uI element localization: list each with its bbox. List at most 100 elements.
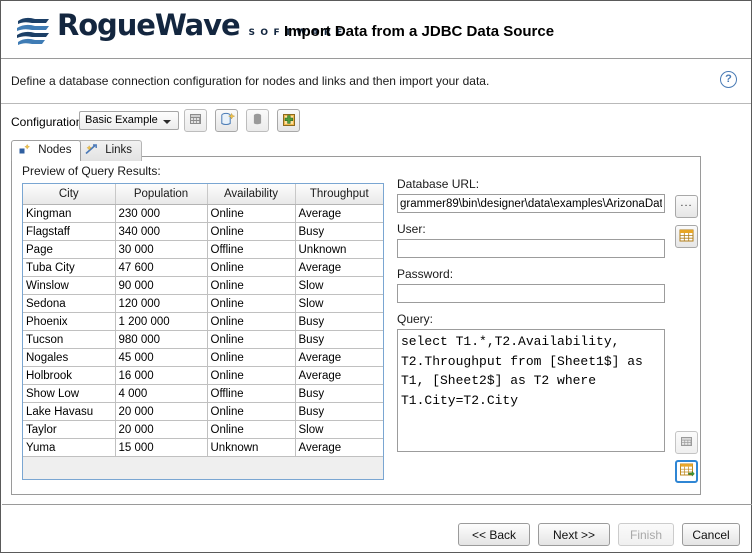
cell-availability: Online <box>207 330 296 349</box>
cell-throughput: Busy <box>295 402 383 421</box>
cell-population: 120 000 <box>115 294 208 313</box>
table-grid-icon <box>185 112 206 127</box>
cell-availability: Online <box>207 312 296 331</box>
cell-availability: Online <box>207 276 296 295</box>
cell-city: Show Low <box>23 384 116 403</box>
footer-divider <box>2 504 752 505</box>
table-row[interactable]: Page 30 000 Offline Unknown <box>23 240 383 259</box>
cell-city: Winslow <box>23 276 116 295</box>
main-content-panel: Preview of Query Results: City Populatio… <box>11 156 701 495</box>
delete-connection-button[interactable] <box>246 109 269 132</box>
open-spreadsheet-button[interactable] <box>675 225 698 248</box>
cell-city: Taylor <box>23 420 116 439</box>
configuration-select[interactable]: Basic Example <box>79 111 179 130</box>
cell-city: Phoenix <box>23 312 116 331</box>
configuration-row: Configuration: Basic Example <box>1 104 751 140</box>
table-row[interactable]: Kingman 230 000 Online Average <box>23 204 383 223</box>
table-row[interactable]: Yuma 15 000 Unknown Average <box>23 438 383 457</box>
cell-city: Nogales <box>23 348 116 367</box>
cell-throughput: Average <box>295 258 383 277</box>
cell-population: 30 000 <box>115 240 208 259</box>
next-button[interactable]: Next >> <box>538 523 610 546</box>
cell-population: 20 000 <box>115 420 208 439</box>
cell-availability: Online <box>207 222 296 241</box>
add-configuration-button[interactable] <box>277 109 300 132</box>
cell-throughput: Average <box>295 366 383 385</box>
column-header-city[interactable]: City <box>23 184 116 205</box>
table-header-row: City Population Availability Throughput <box>23 184 383 205</box>
dialog-header: RogueWave SOFTWARE Import Data from a JD… <box>1 1 751 59</box>
cell-population: 230 000 <box>115 204 208 223</box>
import-spreadsheet-button[interactable] <box>675 460 698 483</box>
table-row[interactable]: Taylor 20 000 Online Slow <box>23 420 383 439</box>
cell-population: 45 000 <box>115 348 208 367</box>
tab-links[interactable]: Links <box>77 140 143 161</box>
logo-rogue-text: Rogue <box>57 8 156 42</box>
cell-population: 47 600 <box>115 258 208 277</box>
database-url-input[interactable] <box>397 194 665 213</box>
cancel-button[interactable]: Cancel <box>682 523 740 546</box>
chevron-down-icon <box>163 120 171 124</box>
import-spreadsheet-icon <box>679 463 695 481</box>
dialog-footer: << Back Next >> Finish Cancel <box>1 513 752 553</box>
cell-city: Flagstaff <box>23 222 116 241</box>
query-textarea[interactable]: select T1.*,T2.Availability, T2.Throughp… <box>397 329 665 452</box>
cell-city: Holbrook <box>23 366 116 385</box>
column-header-availability[interactable]: Availability <box>207 184 296 205</box>
table-row[interactable]: Flagstaff 340 000 Online Busy <box>23 222 383 241</box>
manage-configurations-button[interactable] <box>184 109 207 132</box>
cell-city: Sedona <box>23 294 116 313</box>
cell-population: 15 000 <box>115 438 208 457</box>
results-grid-body: Kingman 230 000 Online Average Flagstaff 340… <box>23 204 383 457</box>
back-button[interactable]: << Back <box>458 523 530 546</box>
preview-grid-button[interactable] <box>675 431 698 454</box>
column-header-throughput[interactable]: Throughput <box>295 184 383 205</box>
password-input[interactable] <box>397 284 665 303</box>
table-row[interactable]: Lake Havasu 20 000 Online Busy <box>23 402 383 421</box>
ellipsis-icon: ... <box>680 197 693 209</box>
query-results-table[interactable]: City Population Availability Throughput … <box>22 183 384 480</box>
cell-city: Page <box>23 240 116 259</box>
database-url-field: Database URL: <box>397 177 692 213</box>
table-row[interactable]: Sedona 120 000 Online Slow <box>23 294 383 313</box>
spreadsheet-table-icon <box>678 229 695 247</box>
add-plus-icon <box>278 112 299 128</box>
cell-city: Lake Havasu <box>23 402 116 421</box>
user-label: User: <box>397 222 426 236</box>
tab-nodes[interactable]: Nodes <box>11 140 82 161</box>
table-row[interactable]: Holbrook 16 000 Online Average <box>23 366 383 385</box>
subtitle-text: Define a database connection configurati… <box>11 74 490 88</box>
cell-throughput: Busy <box>295 384 383 403</box>
node-square-icon <box>19 144 31 158</box>
new-connection-button[interactable] <box>215 109 238 132</box>
help-icon[interactable]: ? <box>720 71 737 88</box>
import-data-dialog: RogueWave SOFTWARE Import Data from a JD… <box>0 0 752 553</box>
cell-city: Tuba City <box>23 258 116 277</box>
table-row[interactable]: Show Low 4 000 Offline Busy <box>23 384 383 403</box>
table-row[interactable]: Tucson 980 000 Online Busy <box>23 330 383 349</box>
table-row[interactable]: Nogales 45 000 Online Average <box>23 348 383 367</box>
cell-availability: Online <box>207 204 296 223</box>
browse-database-button[interactable]: ... <box>675 195 698 218</box>
table-row[interactable]: Tuba City 47 600 Online Average <box>23 258 383 277</box>
table-row[interactable]: Winslow 90 000 Online Slow <box>23 276 383 295</box>
cell-availability: Online <box>207 420 296 439</box>
user-input[interactable] <box>397 239 665 258</box>
subtitle-bar: Define a database connection configurati… <box>1 59 751 104</box>
column-header-population[interactable]: Population <box>115 184 208 205</box>
cell-availability: Online <box>207 402 296 421</box>
cell-availability: Offline <box>207 384 296 403</box>
configuration-label: Configuration: <box>11 115 86 129</box>
cell-availability: Online <box>207 294 296 313</box>
cell-throughput: Unknown <box>295 240 383 259</box>
preview-label: Preview of Query Results: <box>22 164 161 178</box>
cell-throughput: Busy <box>295 330 383 349</box>
query-field: Query: select T1.*,T2.Availability, T2.T… <box>397 312 692 455</box>
wave-lines-icon <box>15 15 53 49</box>
cell-throughput: Average <box>295 438 383 457</box>
tab-links-label: Links <box>105 144 133 156</box>
finish-button[interactable]: Finish <box>618 523 674 546</box>
cell-throughput: Slow <box>295 276 383 295</box>
database-url-label: Database URL: <box>397 177 480 191</box>
table-row[interactable]: Phoenix 1 200 000 Online Busy <box>23 312 383 331</box>
